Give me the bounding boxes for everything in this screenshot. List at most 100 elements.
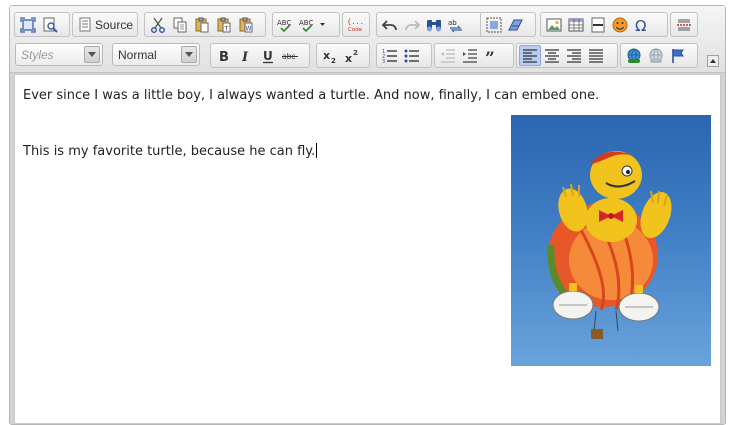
svg-text:3: 3 — [382, 59, 385, 64]
indent-button[interactable] — [459, 45, 481, 66]
paragraph-favorite-text: This is my favorite turtle, because he c… — [23, 144, 316, 159]
svg-text:2: 2 — [353, 49, 358, 57]
page-break-icon — [677, 19, 691, 30]
link-button[interactable] — [623, 45, 645, 66]
anchor-button[interactable] — [667, 45, 689, 66]
replace-button[interactable]: ab — [445, 14, 467, 35]
rich-text-editor: Source T W ABC ABC {... Code ab Ω Styles… — [9, 5, 726, 425]
smiley-icon — [612, 17, 628, 32]
triangle-up-icon — [710, 59, 716, 63]
table-icon — [568, 18, 584, 31]
bulleted-list-icon — [404, 49, 419, 62]
subscript-button[interactable]: x2 — [319, 45, 341, 66]
align-center-icon — [545, 48, 559, 63]
spellcheck-button[interactable]: ABC — [275, 14, 297, 35]
editor-content-area[interactable]: Ever since I was a little boy, I always … — [14, 74, 721, 424]
italic-icon: I — [241, 50, 249, 64]
styles-combo[interactable]: Styles — [15, 43, 103, 66]
text-cursor — [316, 143, 318, 158]
svg-text:T: T — [224, 25, 229, 32]
paste-word-icon: W — [239, 17, 253, 32]
toolbar-group-editing: ab — [376, 12, 484, 37]
align-center-button[interactable] — [541, 45, 563, 66]
special-char-button[interactable]: Ω — [631, 14, 653, 35]
toolbar-group-insert: Ω — [540, 12, 668, 37]
select-all-icon — [486, 17, 502, 32]
paste-button[interactable] — [191, 14, 213, 35]
superscript-icon: x2 — [345, 49, 358, 64]
indent-icon — [463, 48, 477, 63]
toolbar-group-align — [516, 43, 618, 68]
table-button[interactable] — [565, 14, 587, 35]
code-snippet-button[interactable]: {...}Code — [345, 14, 367, 35]
align-left-icon — [523, 48, 537, 63]
find-button[interactable] — [423, 14, 445, 35]
underline-button[interactable]: U — [257, 45, 279, 66]
spellcheck-icon: ABC — [277, 19, 291, 32]
source-label: Source — [95, 17, 134, 32]
bold-button[interactable]: B — [213, 45, 235, 66]
cut-button[interactable] — [147, 14, 169, 35]
italic-button[interactable]: I — [235, 45, 257, 66]
turtle-balloon-illustration — [547, 151, 672, 339]
redo-button[interactable] — [401, 14, 423, 35]
scayt-button[interactable]: ABC — [297, 14, 331, 35]
replace-icon: ab — [448, 19, 462, 32]
toolbar-group-scripts: x2 x2 — [316, 43, 370, 68]
strike-button[interactable]: abc — [279, 45, 301, 66]
svg-text:x: x — [345, 52, 352, 64]
toolbar-group-pagebreak — [670, 12, 698, 37]
undo-icon — [382, 19, 397, 30]
preview-button[interactable] — [39, 14, 61, 35]
source-button[interactable]: Source — [75, 14, 137, 35]
subscript-icon: x2 — [323, 49, 336, 64]
paragraph-intro: Ever since I was a little boy, I always … — [23, 88, 600, 103]
remove-format-button[interactable] — [505, 14, 527, 35]
format-combo[interactable]: Normal — [112, 43, 200, 66]
svg-text:”: ” — [485, 49, 495, 64]
embedded-turtle-balloon-image[interactable] — [511, 115, 711, 366]
collapse-toolbar-button[interactable] — [707, 55, 719, 67]
svg-text:Code: Code — [348, 27, 363, 33]
svg-text:U: U — [263, 49, 273, 63]
image-button[interactable] — [543, 14, 565, 35]
align-right-button[interactable] — [563, 45, 585, 66]
align-left-button[interactable] — [519, 45, 541, 66]
scayt-icon: ABC — [299, 19, 325, 32]
numbered-list-button[interactable]: 123 — [379, 45, 401, 66]
outdent-button[interactable] — [437, 45, 459, 66]
special-char-icon: Ω — [635, 17, 646, 33]
unlink-button[interactable] — [645, 45, 667, 66]
maximize-button[interactable] — [17, 14, 39, 35]
preview-icon — [43, 17, 58, 33]
styles-combo-label: Styles — [21, 47, 54, 62]
blockquote-button[interactable]: ” — [481, 45, 503, 66]
chevron-down-icon[interactable] — [84, 46, 100, 63]
smiley-button[interactable] — [609, 14, 631, 35]
paste-text-icon: T — [217, 17, 231, 32]
image-icon — [546, 18, 562, 31]
format-combo-label: Normal — [118, 47, 157, 62]
chevron-down-icon[interactable] — [181, 46, 197, 63]
page-break-button[interactable] — [673, 14, 695, 35]
bold-icon: B — [219, 50, 229, 64]
select-all-button[interactable] — [483, 14, 505, 35]
paste-word-button[interactable]: W — [235, 14, 257, 35]
paste-icon — [195, 17, 209, 32]
toolbar-group-document — [14, 12, 70, 37]
bulleted-list-button[interactable] — [401, 45, 423, 66]
paste-text-button[interactable]: T — [213, 14, 235, 35]
svg-text:x: x — [323, 49, 330, 62]
toolbar-group-links — [620, 43, 698, 68]
source-icon — [79, 17, 91, 32]
justify-button[interactable] — [585, 45, 607, 66]
horizontal-rule-button[interactable] — [587, 14, 609, 35]
align-right-icon — [567, 48, 581, 63]
copy-icon — [173, 17, 187, 32]
justify-icon — [589, 48, 603, 63]
copy-button[interactable] — [169, 14, 191, 35]
superscript-button[interactable]: x2 — [341, 45, 363, 66]
undo-button[interactable] — [379, 14, 401, 35]
toolbar-group-lists: 123 — [376, 43, 432, 68]
toolbar-group-basicstyles: B I U abc — [210, 43, 310, 68]
